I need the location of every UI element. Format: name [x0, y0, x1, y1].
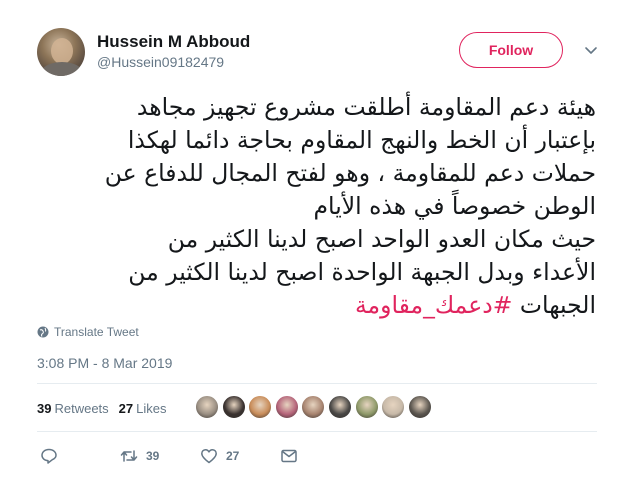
heart-icon [201, 448, 217, 464]
likes-label: Likes [136, 400, 167, 416]
tweet-line: الجبهات [519, 291, 596, 319]
tweet-line: حملات دعم للمقاومة ، وهو لفتح المجال للد… [104, 159, 596, 187]
stats-row: 39 Retweets 27 Likes [37, 393, 177, 423]
tweet-line: الوطن خصوصاً في هذه الأيام [313, 192, 596, 220]
avatar-face [51, 38, 73, 64]
liker-avatar[interactable] [301, 395, 326, 419]
liker-avatar[interactable] [274, 395, 299, 419]
follow-button[interactable]: Follow [459, 32, 563, 68]
divider [37, 383, 597, 384]
tweet-last-line: الجبهات #دعمك_مقاومة [30, 289, 596, 322]
liker-avatar[interactable] [248, 395, 273, 419]
retweets-stat[interactable]: 39 Retweets [37, 401, 109, 416]
avatar-shoulder [41, 62, 83, 76]
tweet-header: Hussein M Abboud @Hussein09182479 Follow [37, 28, 603, 80]
liker-avatars [195, 395, 434, 419]
translate-tweet[interactable]: Translate Tweet [37, 324, 139, 340]
reply-button[interactable] [40, 444, 58, 468]
tweet-line: الأعداء وبدل الجبهة الواحدة اصبح لدينا ا… [128, 258, 596, 286]
user-avatar[interactable] [37, 28, 85, 76]
retweet-button[interactable]: 39 [120, 444, 159, 468]
divider [37, 431, 597, 432]
liker-avatar[interactable] [407, 395, 432, 419]
retweet-count: 39 [146, 449, 160, 463]
hashtag-link[interactable]: #دعمك_مقاومة [355, 291, 513, 319]
globe-icon [37, 326, 49, 338]
tweet-line: هيئة دعم المقاومة أطلقت مشروع تجهيز مجاه… [136, 93, 596, 121]
user-name[interactable]: Hussein M Abboud [97, 32, 250, 52]
like-button[interactable]: 27 [200, 444, 239, 468]
tweet-line: حيث مكان العدو الواحد اصبح لدينا الكثير … [167, 225, 596, 253]
tweet-text: هيئة دعم المقاومة أطلقت مشروع تجهيز مجاه… [30, 91, 596, 322]
liker-avatar[interactable] [381, 395, 406, 419]
retweets-label: Retweets [54, 400, 109, 416]
translate-label[interactable]: Translate Tweet [54, 325, 139, 339]
like-count: 27 [226, 449, 240, 463]
user-handle[interactable]: @Hussein09182479 [97, 54, 224, 70]
likes-stat[interactable]: 27 Likes [119, 401, 167, 416]
tweet-actions: 39 27 [37, 444, 337, 468]
reply-icon [41, 448, 57, 464]
tweet-timestamp[interactable]: 3:08 PM - 8 Mar 2019 [37, 355, 172, 371]
liker-avatar[interactable] [327, 395, 352, 419]
liker-avatar[interactable] [195, 395, 219, 419]
direct-message-button[interactable] [280, 444, 298, 468]
liker-avatar[interactable] [221, 395, 246, 419]
retweets-count: 39 [37, 400, 52, 416]
envelope-icon [281, 449, 297, 463]
liker-avatar[interactable] [354, 395, 379, 419]
chevron-down-icon[interactable] [583, 42, 599, 58]
tweet-line: بإعتبار أن الخط والنهج المقاوم بحاجة دائ… [127, 126, 596, 154]
retweet-icon [120, 450, 138, 462]
likes-count: 27 [118, 400, 134, 416]
